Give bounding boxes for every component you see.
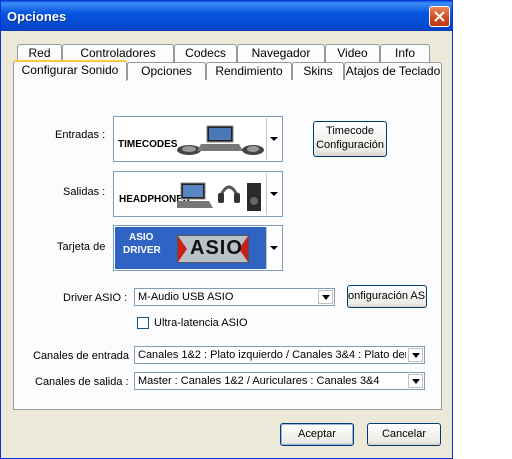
timecodes-text: TIMECODES [118,139,178,150]
tab-video[interactable]: Video [325,44,380,62]
asio-config-button[interactable]: onfiguración ASI [347,285,427,308]
tab-info[interactable]: Info [380,44,430,62]
output-channels-select[interactable]: Master : Canales 1&2 / Auriculares : Can… [134,372,425,390]
tab-navegador[interactable]: Navegador [237,44,325,62]
headphones-image: HEADPHONES [115,173,266,215]
asio-logo-text: ASIO [190,237,243,259]
chevron-down-icon [270,246,278,250]
options-dialog: Opciones Red Controladores Codecs Navega… [0,0,453,459]
asio-driver-dropdown-button[interactable] [318,290,333,304]
inputs-dropdown-button[interactable] [266,118,281,160]
output-channels-dropdown-button[interactable] [408,374,423,388]
ultra-latency-label: Ultra-latencia ASIO [154,317,248,329]
input-channels-value: Canales 1&2 : Plato izquierdo / Canales … [138,349,406,361]
outputs-selector[interactable]: HEADPHONES [113,171,283,217]
close-icon [434,11,445,22]
tab-atajos[interactable]: Atajos de Teclado [344,62,442,80]
asio-text: ASIO [129,232,154,243]
chevron-down-icon [322,295,330,300]
soundcard-label: Tarjeta de [57,241,106,253]
chevron-down-icon [270,192,278,196]
tab-row-2: Configurar Sonido Opciones Rendimiento S… [13,60,442,81]
asio-driver-image: ASIO DRIVER ASIO [115,227,266,269]
tab-codecs[interactable]: Codecs [174,44,237,62]
headphones-laptop-icon [177,182,261,211]
chevron-down-icon [412,379,420,384]
timecode-button-line1: Timecode [326,125,374,137]
inputs-selector[interactable]: TIMECODES [113,116,283,162]
outputs-label: Salidas : [63,186,106,198]
cancel-button[interactable]: Cancelar [367,423,441,446]
chevron-down-icon [412,353,420,358]
output-channels-value: Master : Canales 1&2 / Auriculares : Can… [138,375,380,387]
timecode-config-button[interactable]: Timecode Configuración [313,121,387,157]
tab-opciones[interactable]: Opciones [127,62,206,80]
ultra-latency-checkbox[interactable] [137,317,149,329]
asio-driver-select[interactable]: M-Audio USB ASIO [134,288,335,306]
outputs-dropdown-button[interactable] [266,173,281,215]
input-channels-select[interactable]: Canales 1&2 : Plato izquierdo / Canales … [134,346,425,364]
driver-text: DRIVER [123,245,161,256]
accept-button[interactable]: Aceptar [280,423,354,446]
close-button[interactable] [429,6,450,27]
window-title: Opciones [7,9,67,24]
inputs-label: Entradas : [55,129,106,141]
title-bar[interactable]: Opciones [1,1,452,31]
asio-driver-label: Driver ASIO : [63,292,128,304]
soundcard-selector[interactable]: ASIO DRIVER ASIO [113,225,283,271]
soundcard-dropdown-button[interactable] [266,227,281,269]
turntables-laptop-icon [177,125,264,155]
chevron-down-icon [270,137,278,141]
output-channels-label: Canales de salida : [35,376,129,388]
asio-driver-value: M-Audio USB ASIO [138,291,234,303]
timecode-button-line2: Configuración [316,139,384,151]
tab-skins[interactable]: Skins [292,62,344,80]
input-channels-label: Canales de entrada [33,350,130,362]
tab-rendimiento[interactable]: Rendimiento [206,62,292,80]
tab-configurar-sonido[interactable]: Configurar Sonido [13,60,127,81]
input-channels-dropdown-button[interactable] [408,348,423,362]
timecodes-image: TIMECODES [115,118,266,160]
asio-logo: ASIO [177,235,249,263]
